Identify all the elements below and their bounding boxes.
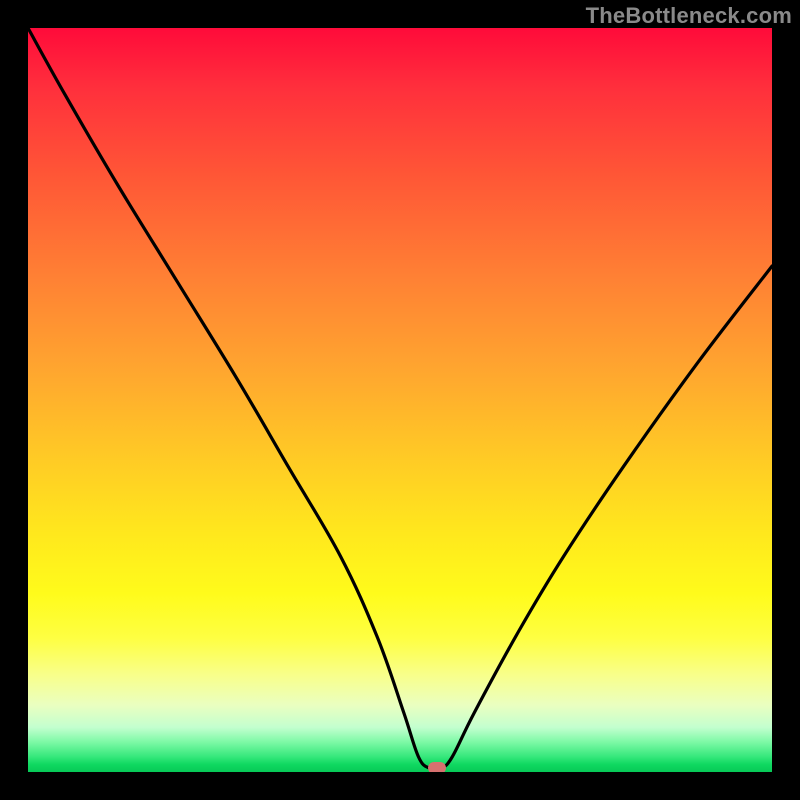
chart-frame: TheBottleneck.com [0,0,800,800]
bottleneck-curve [28,28,772,772]
plot-area [28,28,772,772]
optimal-point-marker [428,762,446,772]
watermark-text: TheBottleneck.com [586,3,792,29]
